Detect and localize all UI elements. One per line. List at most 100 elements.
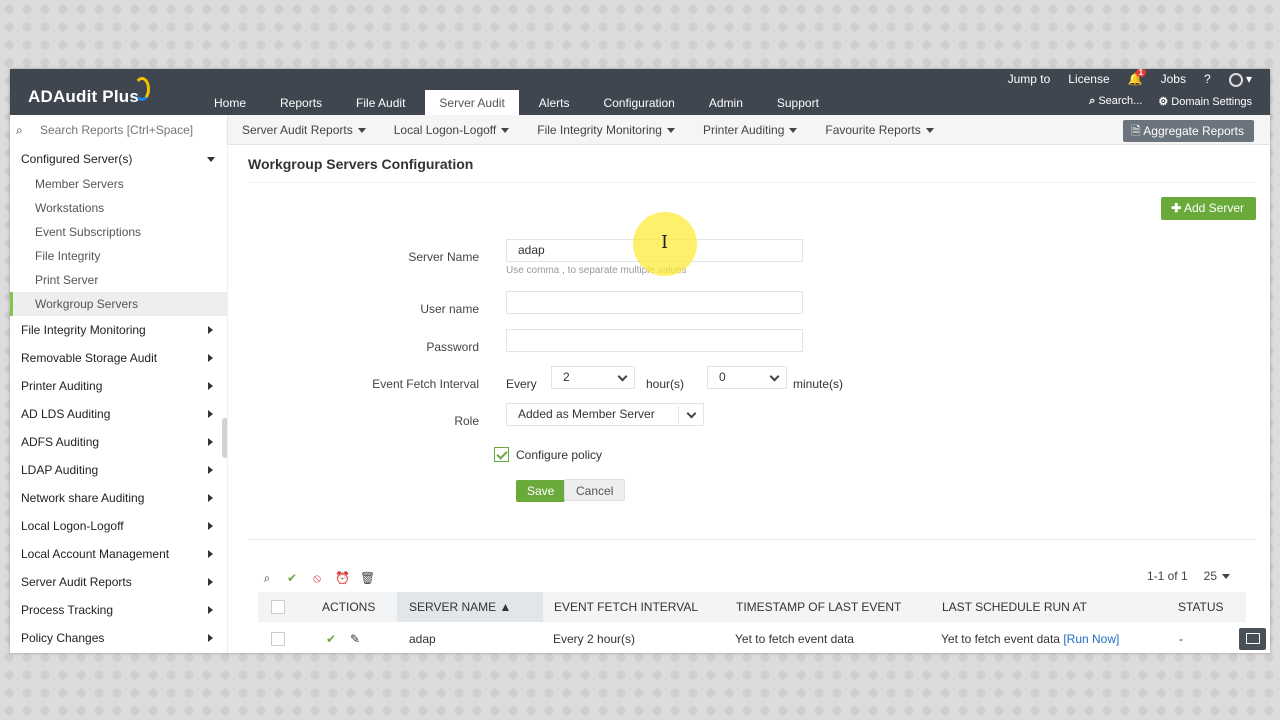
- column-timestamp-last-event[interactable]: Timestamp of Last Event: [736, 592, 901, 622]
- sidebar-section-label: Removable Storage Audit: [21, 351, 158, 365]
- help-icon[interactable]: ?: [1204, 72, 1211, 86]
- sidebar-section-file-integrity-monitoring[interactable]: File Integrity Monitoring: [10, 316, 227, 344]
- nav-server-audit[interactable]: Server Audit: [425, 90, 519, 115]
- row-enable-icon[interactable]: ✔: [326, 632, 336, 646]
- edit-icon[interactable]: ✎: [350, 632, 360, 646]
- role-label: Role: [454, 414, 479, 428]
- logo-arc-icon: [134, 77, 150, 101]
- chevron-down-icon: [617, 371, 628, 382]
- menu-label: Favourite Reports: [825, 123, 921, 137]
- cancel-button[interactable]: Cancel: [564, 479, 626, 501]
- caret-down-icon: [789, 128, 798, 134]
- sidebar-section-process-tracking[interactable]: Process Tracking: [10, 596, 227, 624]
- triangle-right-icon: [208, 438, 213, 446]
- triangle-right-icon: [208, 522, 213, 530]
- menu-server-audit-reports[interactable]: Server Audit Reports: [242, 123, 366, 137]
- sidebar-section-label: Printer Auditing: [21, 379, 103, 393]
- report-search-input[interactable]: [40, 120, 220, 140]
- event-fetch-interval-label: Event Fetch Interval: [372, 377, 479, 391]
- jobs-link[interactable]: Jobs: [1161, 72, 1186, 86]
- sidebar-item-file-integrity[interactable]: File Integrity: [10, 244, 227, 268]
- row-last-run-text: Yet to fetch event data: [941, 632, 1060, 646]
- nav-support[interactable]: Support: [763, 90, 833, 115]
- license-link[interactable]: License: [1068, 72, 1109, 86]
- run-now-link[interactable]: [Run Now]: [1063, 632, 1119, 646]
- app-logo[interactable]: ADAudit Plus: [28, 87, 139, 107]
- row-last-run: Yet to fetch event data [Run Now]: [941, 632, 1119, 646]
- domain-settings-button[interactable]: ⚙ Domain Settings: [1158, 95, 1252, 108]
- delete-icon[interactable]: 🗑: [360, 571, 375, 585]
- password-input[interactable]: [506, 329, 803, 352]
- sidebar-section-printer-auditing[interactable]: Printer Auditing: [10, 372, 227, 400]
- triangle-right-icon: [208, 354, 213, 362]
- sidebar-section-label: Network share Auditing: [21, 491, 145, 505]
- sidebar-section-label: LDAP Auditing: [21, 463, 99, 477]
- sidebar-item-workstations[interactable]: Workstations: [10, 196, 227, 220]
- row-checkbox[interactable]: [271, 632, 285, 646]
- nav-home[interactable]: Home: [200, 90, 260, 115]
- menu-label: Server Audit Reports: [242, 123, 353, 137]
- jump-to-link[interactable]: Jump to: [1008, 72, 1051, 86]
- page-size-select[interactable]: 25: [1204, 569, 1230, 583]
- sidebar-section-ad-lds[interactable]: AD LDS Auditing: [10, 400, 227, 428]
- caret-down-icon: [666, 128, 675, 134]
- add-server-button[interactable]: ✚ Add Server: [1161, 197, 1256, 220]
- menu-file-integrity-monitoring[interactable]: File Integrity Monitoring: [537, 123, 675, 137]
- user-avatar-icon[interactable]: ▾: [1228, 72, 1252, 87]
- aggregate-reports-button[interactable]: 🗎 Aggregate Reports: [1122, 120, 1254, 142]
- schedule-icon[interactable]: ⏰: [335, 571, 350, 585]
- menu-local-logon-logoff[interactable]: Local Logon-Logoff: [394, 123, 510, 137]
- bell-icon[interactable]: 🔔 1: [1128, 69, 1147, 86]
- configure-policy-checkbox[interactable]: [494, 447, 509, 462]
- row-last-event: Yet to fetch event data: [735, 632, 854, 646]
- sidebar-section-local-logon[interactable]: Local Logon-Logoff: [10, 512, 227, 540]
- chevron-down-icon: [769, 371, 780, 382]
- sidebar-section-network-share[interactable]: Network share Auditing: [10, 484, 227, 512]
- sidebar-section-adfs[interactable]: ADFS Auditing: [10, 428, 227, 456]
- sidebar-section-ldap[interactable]: LDAP Auditing: [10, 456, 227, 484]
- nav-reports[interactable]: Reports: [266, 90, 336, 115]
- plus-icon: ✚: [1171, 201, 1182, 215]
- nav-admin[interactable]: Admin: [695, 90, 757, 115]
- menu-label: Local Logon-Logoff: [393, 123, 497, 137]
- aggregate-reports-label: Aggregate Reports: [1143, 124, 1244, 138]
- report-icon: 🗎: [1130, 124, 1141, 138]
- column-server-name[interactable]: Server Name ▲: [397, 592, 543, 622]
- column-last-schedule-run[interactable]: Last Schedule Run At: [942, 592, 1087, 622]
- caret-down-icon: [501, 128, 510, 134]
- utility-links-secondary: ⌕ Search... ⚙ Domain Settings: [1073, 95, 1252, 108]
- minutes-select[interactable]: 0: [707, 366, 787, 389]
- sidebar-item-event-subscriptions[interactable]: Event Subscriptions: [10, 220, 227, 244]
- menu-label: Printer Auditing: [702, 123, 785, 137]
- column-status[interactable]: Status: [1178, 592, 1224, 622]
- sidebar-item-workgroup-servers[interactable]: Workgroup Servers: [10, 292, 227, 316]
- sidebar-item-member-servers[interactable]: Member Servers: [10, 172, 227, 196]
- sidebar-section-policy-changes[interactable]: Policy Changes: [10, 624, 227, 652]
- column-event-fetch-interval[interactable]: Event Fetch Interval: [554, 592, 698, 622]
- save-button[interactable]: Save: [516, 480, 566, 502]
- select-all-checkbox[interactable]: [271, 600, 285, 614]
- chat-icon[interactable]: [1239, 628, 1266, 650]
- disable-icon[interactable]: ⦸: [310, 571, 324, 585]
- sidebar-collapse-handle[interactable]: [222, 418, 227, 458]
- sidebar-section-label: Policy Changes: [21, 631, 105, 645]
- page-size-value: 25: [1203, 569, 1217, 583]
- minutes-value: 0: [719, 370, 726, 384]
- global-search-button[interactable]: ⌕ Search...: [1089, 95, 1142, 108]
- sidebar-section-server-audit-reports[interactable]: Server Audit Reports: [10, 568, 227, 596]
- sidebar-configured-servers[interactable]: Configured Server(s): [10, 146, 227, 172]
- nav-configuration[interactable]: Configuration: [589, 90, 688, 115]
- sidebar-section-local-account[interactable]: Local Account Management: [10, 540, 227, 568]
- role-select[interactable]: Added as Member Server: [506, 403, 704, 426]
- nav-file-audit[interactable]: File Audit: [342, 90, 419, 115]
- enable-icon[interactable]: ✔: [285, 571, 299, 585]
- nav-alerts[interactable]: Alerts: [525, 90, 584, 115]
- menu-favourite-reports[interactable]: Favourite Reports: [825, 123, 934, 137]
- sidebar-item-print-server[interactable]: Print Server: [10, 268, 227, 292]
- user-name-input[interactable]: [506, 291, 803, 314]
- hours-select[interactable]: 2: [551, 366, 635, 389]
- sidebar-section-removable-storage[interactable]: Removable Storage Audit: [10, 344, 227, 372]
- user-name-label: User name: [420, 302, 479, 316]
- menu-printer-auditing[interactable]: Printer Auditing: [702, 123, 798, 137]
- search-icon[interactable]: ⌕: [260, 571, 274, 585]
